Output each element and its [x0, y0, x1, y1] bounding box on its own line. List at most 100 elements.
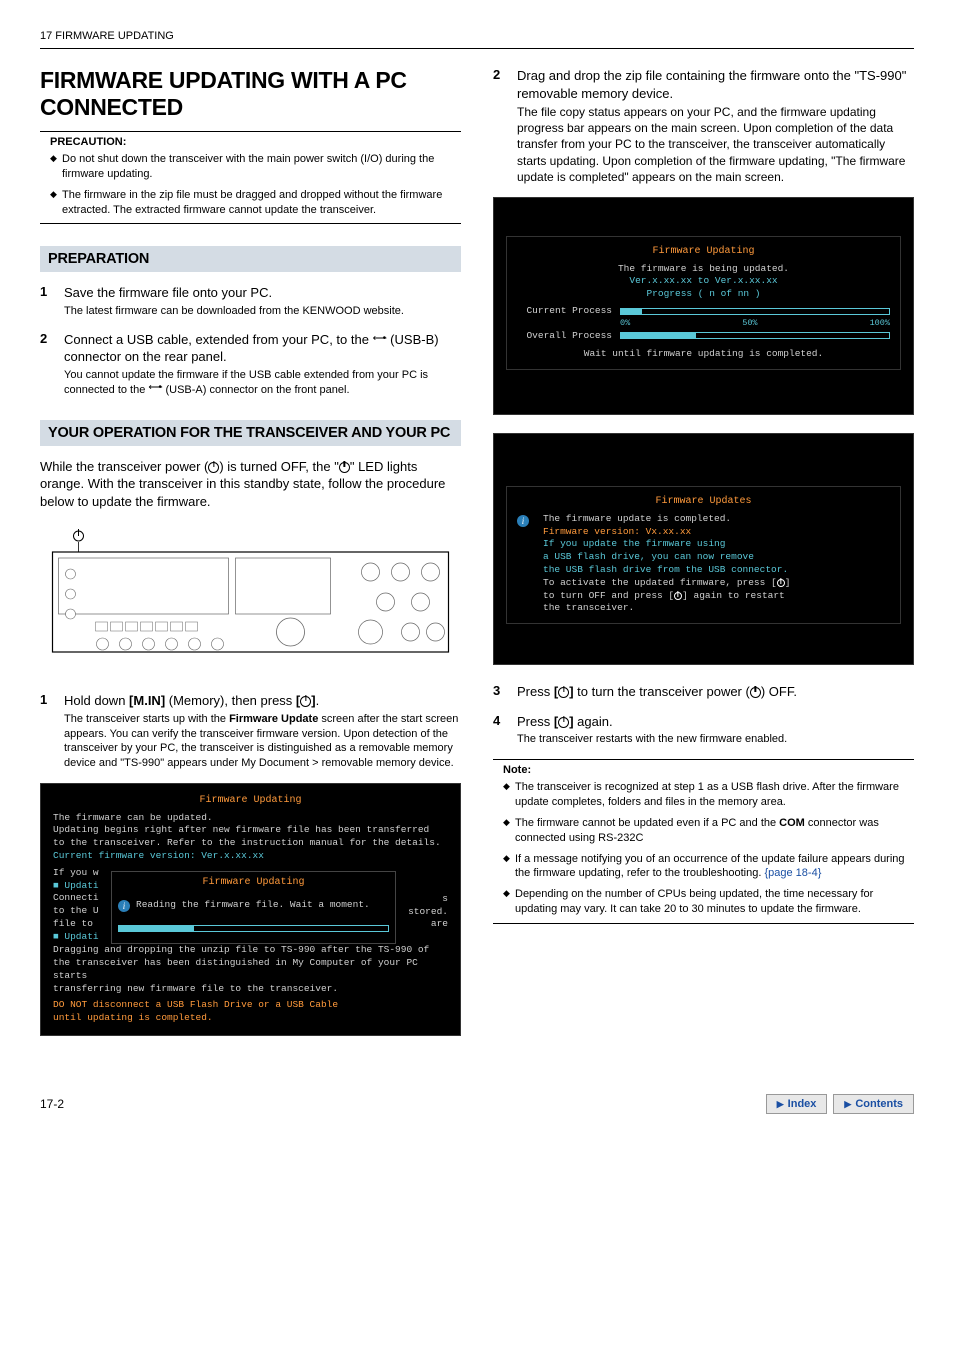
power-icon [208, 462, 219, 473]
progress-bar [620, 308, 890, 315]
progress-bar [620, 332, 890, 339]
power-icon [339, 462, 350, 473]
right-column: 2 Drag and drop the zip file containing … [493, 67, 914, 1054]
info-icon: i [517, 515, 529, 527]
ss-line: ■ Updati [53, 931, 111, 944]
ss-line: If you w [53, 867, 111, 880]
step-number: 2 [40, 331, 54, 398]
text: Connect a USB cable, extended from your … [64, 332, 373, 347]
text: If a message notifying you of an occurre… [515, 853, 905, 880]
ss-title: Firmware Updates [517, 495, 890, 509]
contents-button[interactable]: ▶ Contents [833, 1094, 914, 1114]
ss-warning: until updating is completed. [53, 1012, 448, 1025]
progress-fill [621, 309, 642, 314]
ss-line: Wait until firmware updating is complete… [517, 348, 890, 361]
text: ) is turned OFF, the " [219, 459, 339, 474]
power-icon [777, 579, 785, 587]
text: While the transceiver power ( [40, 459, 208, 474]
progress-label: Overall Process [517, 330, 612, 343]
precaution-label: PRECAUTION: [40, 136, 461, 148]
prep-step-1: 1 Save the firmware file onto your PC. T… [40, 284, 461, 318]
text: again. [574, 714, 613, 729]
text: The firmware cannot be updated even if a… [515, 817, 779, 829]
text: ] again to restart [682, 590, 785, 601]
ss-title: Firmware Updating [517, 245, 890, 259]
firmware-reading-screenshot: Firmware Updating The firmware can be up… [40, 783, 461, 1036]
step-lead: Save the firmware file onto your PC. [64, 284, 404, 302]
ss-line: transferring new firmware file to the tr… [53, 983, 448, 996]
step-lead: Connect a USB cable, extended from your … [64, 331, 461, 366]
operation-step-1: 1 Hold down [M.IN] (Memory), then press … [40, 692, 461, 771]
firmware-complete-screenshot: Firmware Updates i The firmware update i… [493, 433, 914, 665]
key-label: [] [554, 714, 574, 729]
info-icon: i [118, 900, 130, 912]
page-link[interactable]: {page 18-4} [764, 867, 821, 879]
ss-line: Connecti [53, 892, 111, 905]
operation-step-3: 3 Press [] to turn the transceiver power… [493, 683, 914, 701]
power-icon [558, 687, 569, 698]
ss-line: to the U [53, 905, 111, 918]
chapter-header: 17 FIRMWARE UPDATING [40, 30, 914, 42]
usb-icon [148, 384, 162, 394]
ss-line: Ver.x.xx.xx to Ver.x.xx.xx [517, 275, 890, 288]
page-footer: 17-2 ▶ Index ▶ Contents [40, 1094, 914, 1114]
step-detail: The file copy status appears on your PC,… [517, 104, 914, 185]
ss-line: the transceiver. [543, 602, 790, 615]
precaution-rule-bottom [40, 223, 461, 224]
key-label: [] [554, 684, 574, 699]
text: Hold down [64, 693, 129, 708]
power-icon [300, 696, 311, 707]
ss-line: The firmware is being updated. [517, 263, 890, 276]
pct: 100% [870, 318, 890, 329]
ss-line: the transceiver has been distinguished i… [53, 957, 448, 983]
text: . [316, 693, 320, 708]
precaution-item: The firmware in the zip file must be dra… [50, 188, 461, 218]
ss-line: the USB flash drive from the USB connect… [543, 564, 790, 577]
ss-inner-title: Firmware Updating [118, 876, 389, 890]
step-detail: You cannot update the firmware if the US… [64, 368, 461, 398]
button-label: Contents [855, 1098, 903, 1110]
note-item: If a message notifying you of an occurre… [503, 852, 914, 882]
text: (Memory), then press [165, 693, 296, 708]
step-lead: Press [] to turn the transceiver power (… [517, 683, 797, 701]
preparation-heading: PREPARATION [40, 246, 461, 272]
ss-line: Progress ( n of nn ) [517, 288, 890, 301]
step-number: 3 [493, 683, 507, 701]
page-number: 17-2 [40, 1097, 64, 1111]
pct: 0% [620, 318, 630, 329]
note-rule-bottom [493, 923, 914, 924]
ss-line: To activate the updated firmware, press … [543, 577, 790, 590]
text: The transceiver starts up with the [64, 713, 229, 725]
pct-row: 0% 50% 100% [517, 318, 890, 329]
step-lead: Drag and drop the zip file containing th… [517, 67, 914, 102]
button-label: Index [788, 1098, 817, 1110]
note-item: The firmware cannot be updated even if a… [503, 816, 914, 846]
ss-warning: DO NOT disconnect a USB Flash Drive or a… [53, 999, 448, 1012]
ss-line: a USB flash drive, you can now remove [543, 551, 790, 564]
progress-label: Current Process [517, 305, 612, 318]
ss-line: The firmware update is completed. [543, 513, 790, 526]
triangle-icon: ▶ [844, 1099, 851, 1110]
step-number: 4 [493, 713, 507, 747]
step-number: 1 [40, 284, 54, 318]
ss-line: Dragging and dropping the unzip file to … [53, 944, 448, 957]
step-number: 2 [493, 67, 507, 185]
ss-inner-msg: Reading the firmware file. Wait a moment… [136, 899, 370, 912]
operation-step-2: 2 Drag and drop the zip file containing … [493, 67, 914, 185]
bold-text: Firmware Update [229, 713, 318, 725]
transceiver-illustration [40, 524, 461, 664]
ss-line: are [400, 918, 448, 931]
step-lead: Press [] again. [517, 713, 787, 731]
progress-bar [118, 925, 389, 932]
step-detail: The transceiver restarts with the new fi… [517, 732, 787, 747]
operation-heading: YOUR OPERATION FOR THE TRANSCEIVER AND Y… [40, 420, 461, 446]
note-item: Depending on the number of CPUs being up… [503, 887, 914, 917]
ss-line: to the transceiver. Refer to the instruc… [53, 837, 448, 850]
power-icon [558, 717, 569, 728]
note-item: The transceiver is recognized at step 1 … [503, 780, 914, 810]
index-button[interactable]: ▶ Index [766, 1094, 828, 1114]
usb-icon [373, 335, 387, 345]
text: ] [785, 577, 791, 588]
ss-version: Firmware version: Vx.xx.xx [543, 526, 790, 539]
triangle-icon: ▶ [777, 1099, 784, 1110]
